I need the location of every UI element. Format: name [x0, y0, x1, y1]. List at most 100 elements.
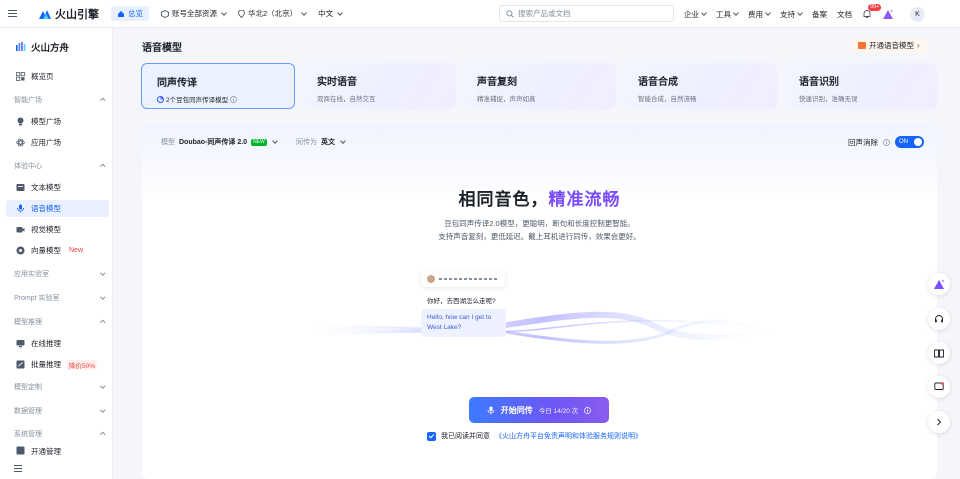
echo-cancel-label: 回声消除 [848, 137, 878, 147]
nav-filing[interactable]: 备案 [812, 9, 827, 20]
account-selector[interactable]: 账号全部资源 [161, 8, 227, 19]
sidebar-group-data[interactable]: 数据管理 [14, 405, 105, 417]
chevron-up-icon [99, 164, 105, 170]
sidebar-group-model-plaza[interactable]: 智能广场 [14, 94, 105, 106]
description-line-2: 支持声音复刻，更低延迟。戴上耳机进行同传，效果会更好。 [438, 232, 641, 241]
usage-count: 今日 14/20 次 [538, 408, 579, 415]
notification-bell-icon[interactable]: 99+ [862, 4, 882, 19]
model-selector-value: Doubao-同声传译 2.0 [179, 139, 248, 146]
sidebar-group-experience[interactable]: 体验中心 [14, 160, 105, 172]
feedback-float-button[interactable] [928, 376, 950, 398]
agreement-checkbox[interactable] [427, 431, 436, 441]
echo-cancel-toggle[interactable]: ON [895, 136, 924, 148]
nav-billing[interactable]: 费用 [748, 9, 771, 20]
tab-voice-clone[interactable]: 声音复刻 精准捕捉，声声如真 [462, 63, 616, 109]
sidebar-item-batch-inference[interactable]: 批量推理 降价50% [6, 356, 109, 373]
tab-speech-synthesis[interactable]: 语音合成 智能合成，自然流畅 [623, 63, 777, 109]
sidebar-item-label: 视觉模型 [31, 225, 61, 234]
region-label: 华北2（北京） [248, 9, 298, 18]
sidebar-group-label: 模型定制 [14, 384, 42, 391]
atom-icon [16, 138, 25, 147]
search-placeholder: 搜索产品或文档 [518, 9, 571, 18]
agreement-text: 我已阅读并同意 [441, 433, 490, 440]
info-icon[interactable] [584, 406, 592, 414]
region-selector[interactable]: 华北2（北京） [238, 8, 308, 19]
chevron-down-icon [221, 9, 227, 16]
microphone-icon [16, 204, 25, 213]
batch-icon [16, 360, 25, 369]
home-button[interactable]: 总览 [111, 6, 149, 21]
start-interpretation-button[interactable]: 开始同传 今日 14/20 次 [469, 397, 609, 423]
card-subtitle: 精准捕捉，声声如真 [477, 96, 536, 103]
sidebar-item-label: 概览页 [31, 72, 54, 81]
nav-filing-label: 备案 [812, 9, 827, 19]
agreement-link[interactable]: 《火山方舟平台免责声明和体验服务规则说明》 [495, 431, 642, 441]
sidebar-item-label: 开通管理 [31, 447, 61, 456]
nav-enterprise-label: 企业 [684, 9, 699, 19]
customer-service-button[interactable] [928, 308, 950, 330]
open-voice-model-label: 开通语音模型 [869, 41, 914, 50]
sidebar-item-app-square[interactable]: 应用广场 [6, 134, 109, 151]
sidebar-group-customize[interactable]: 模型定制 [14, 381, 105, 393]
ai-assistant-icon[interactable] [882, 9, 894, 20]
brand-logo[interactable]: 火山引擎 [38, 6, 99, 22]
sidebar-brand[interactable]: 火山方舟 [15, 40, 69, 54]
sidebar-item-text-model[interactable]: 文本模型 [6, 179, 109, 196]
hero-title-accent: 精准流畅 [548, 190, 621, 209]
nav-tools[interactable]: 工具 [716, 9, 739, 20]
nav-support[interactable]: 支持 [780, 9, 803, 20]
discount-tag: 降价50% [67, 359, 98, 370]
info-icon[interactable] [230, 95, 237, 103]
card-subtitle: 2个豆包同声传译模型 [157, 94, 294, 104]
model-selector[interactable]: 模型 Doubao-同声传译 2.0 NEW [161, 137, 278, 147]
headset-icon [935, 315, 943, 323]
hamburger-menu-icon[interactable] [8, 9, 24, 18]
info-icon[interactable] [883, 138, 890, 146]
tab-simultaneous-interpretation[interactable]: 同声传译 2个豆包同声传译模型 [141, 63, 295, 109]
ai-assistant-float-button[interactable] [928, 273, 950, 295]
collapse-sidebar-icon[interactable] [14, 465, 22, 472]
sidebar-group-label: 系统管理 [14, 431, 42, 438]
tab-realtime-voice[interactable]: 实时语音 双商在线，自然交互 [302, 63, 456, 109]
nav-billing-label: 费用 [748, 9, 763, 19]
top-nav: 企业 工具 费用 支持 备案 文档 99+ K [684, 0, 925, 28]
nav-docs[interactable]: 文档 [837, 9, 852, 20]
sidebar-group-label: Prompt 实验室 [14, 295, 60, 302]
page-title: 语音模型 [142, 43, 182, 54]
language-label: 中文 [318, 9, 334, 18]
nav-enterprise[interactable]: 企业 [684, 9, 707, 20]
target-language-selector[interactable]: 同传为 英文 [296, 137, 346, 147]
card-title: 实时语音 [317, 77, 357, 88]
sidebar-group-app-lab[interactable]: 应用实验室 [14, 268, 105, 280]
ai-assistant-icon [934, 279, 945, 289]
feedback-icon [934, 382, 944, 390]
sidebar-item-label: 向量模型 [31, 246, 61, 255]
sidebar-item-vector-model[interactable]: 向量模型 New [6, 242, 109, 259]
chevron-down-icon [271, 138, 278, 144]
chevron-up-icon [99, 432, 105, 438]
chevron-up-icon [99, 320, 105, 326]
interpretation-panel: 模型 Doubao-同声传译 2.0 NEW 同传为 英文 回声消除 ON 相同… [142, 125, 937, 479]
search-input[interactable]: 搜索产品或文档 [499, 5, 674, 22]
sidebar-group-inference[interactable]: 模型推理 [14, 316, 105, 328]
language-selector[interactable]: 中文 [318, 8, 344, 19]
top-bar: 火山引擎 总览 账号全部资源 华北2（北京） 中文 搜索产品或文档 企业 工具 … [0, 0, 960, 28]
chevron-down-icon [99, 383, 105, 389]
tab-speech-recognition[interactable]: 语音识别 快速识别，准确无误 [784, 63, 937, 109]
sidebar-item-vision-model[interactable]: 视觉模型 [6, 221, 109, 238]
chevron-down-icon [99, 407, 105, 413]
expand-float-button[interactable] [928, 411, 950, 433]
docs-float-button[interactable] [928, 342, 950, 364]
vector-icon [16, 246, 25, 255]
sidebar-item-model-square[interactable]: 模型广场 [6, 113, 109, 130]
sidebar-item-system-cut[interactable]: 开通管理 [6, 446, 109, 456]
sidebar-group-prompt-lab[interactable]: Prompt 实验室 [14, 292, 105, 304]
chevron-right-icon: › [917, 41, 920, 50]
sidebar-group-system[interactable]: 系统管理 [14, 428, 105, 440]
start-interpretation-label: 开始同传 [500, 405, 533, 415]
sidebar-item-voice-model[interactable]: 语音模型 [6, 200, 109, 217]
sidebar-item-online-inference[interactable]: 在线推理 [6, 335, 109, 352]
user-avatar[interactable]: K [910, 6, 925, 22]
sidebar-item-overview[interactable]: 概览页 [6, 68, 109, 85]
open-voice-model-button[interactable]: 开通语音模型 › [851, 38, 927, 53]
